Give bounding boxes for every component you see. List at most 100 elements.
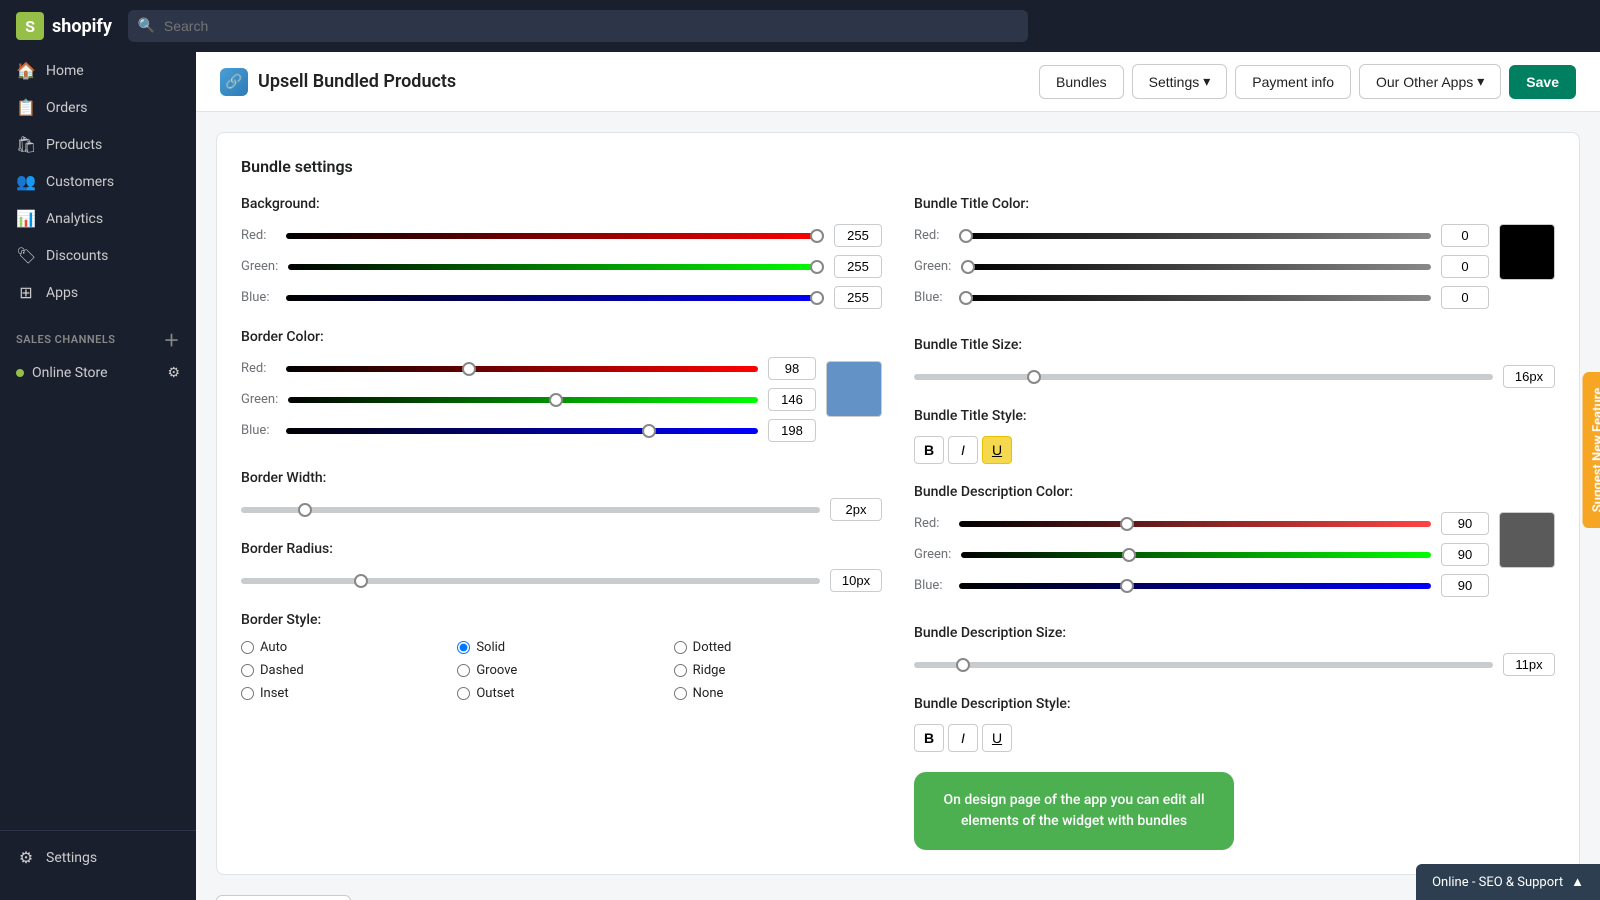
border-blue-value[interactable]	[768, 419, 816, 442]
sidebar-item-products[interactable]: 🛍Products	[0, 126, 196, 163]
desc-green-value[interactable]	[1441, 543, 1489, 566]
border-color-label: Border Color:	[241, 329, 882, 345]
sidebar-item-analytics[interactable]: 📊 Analytics	[0, 200, 196, 237]
desc-underline-button[interactable]: U	[982, 724, 1012, 752]
desc-blue-slider[interactable]	[959, 583, 1431, 589]
add-sales-channel-icon[interactable]: ＋	[163, 327, 180, 351]
title-size-value[interactable]	[1503, 365, 1555, 388]
title-blue-row: Blue:	[914, 286, 1489, 309]
search-bar[interactable]: 🔍	[128, 10, 1028, 42]
border-style-auto[interactable]: Auto	[241, 640, 449, 655]
sidebar-item-orders[interactable]: 📋Orders	[0, 89, 196, 126]
bg-blue-label: Blue:	[241, 290, 276, 305]
title-red-slider[interactable]	[959, 233, 1431, 239]
border-style-setting: Border Style: Auto Solid Dotted	[241, 612, 882, 701]
title-blue-value[interactable]	[1441, 286, 1489, 309]
bg-green-value[interactable]	[834, 255, 882, 278]
border-width-slider[interactable]	[241, 507, 820, 513]
title-green-value[interactable]	[1441, 255, 1489, 278]
border-style-ridge[interactable]: Ridge	[674, 663, 882, 678]
bg-red-slider[interactable]	[286, 233, 824, 239]
border-style-outset[interactable]: Outset	[457, 686, 665, 701]
desc-red-value[interactable]	[1441, 512, 1489, 535]
border-style-none[interactable]: None	[674, 686, 882, 701]
desc-style-label: Bundle Description Style:	[914, 696, 1555, 712]
desc-red-slider[interactable]	[959, 521, 1431, 527]
channel-settings-icon[interactable]: ⚙	[167, 365, 180, 381]
border-green-value[interactable]	[768, 388, 816, 411]
settings-dropdown-icon: ▾	[1203, 73, 1210, 90]
border-green-slider[interactable]	[288, 397, 758, 403]
other-apps-dropdown-icon: ▾	[1477, 73, 1484, 90]
bg-blue-row: Blue:	[241, 286, 882, 309]
app-logo: 🔗	[220, 68, 248, 96]
sidebar-analytics-label: Analytics	[46, 211, 103, 227]
analytics-icon: 📊	[16, 209, 36, 228]
bg-red-value[interactable]	[834, 224, 882, 247]
settings-button[interactable]: Settings ▾	[1132, 64, 1228, 99]
sidebar-discounts-label: Discounts	[46, 248, 108, 264]
border-blue-row: Blue:	[241, 419, 816, 442]
sidebar-item-online-store[interactable]: Online Store ⚙	[0, 357, 196, 389]
app-header: 🔗 Upsell Bundled Products Bundles Settin…	[196, 52, 1600, 112]
desc-blue-value[interactable]	[1441, 574, 1489, 597]
sidebar-item-apps[interactable]: ⊞ Apps	[0, 274, 196, 311]
border-width-value[interactable]	[830, 498, 882, 521]
border-radius-slider[interactable]	[241, 578, 820, 584]
border-radius-value[interactable]	[830, 569, 882, 592]
design-tooltip-text: On design page of the app you can edit a…	[943, 792, 1204, 829]
sidebar-item-discounts[interactable]: 🏷Discounts	[0, 237, 196, 274]
search-icon: 🔍	[138, 18, 155, 34]
title-green-label: Green:	[914, 259, 951, 274]
title-bold-button[interactable]: B	[914, 436, 944, 464]
our-other-apps-button[interactable]: Our Other Apps ▾	[1359, 64, 1501, 99]
border-red-value[interactable]	[768, 357, 816, 380]
desc-color-label: Bundle Description Color:	[914, 484, 1555, 500]
sidebar-item-home[interactable]: 🏠Home	[0, 52, 196, 89]
save-button[interactable]: Save	[1509, 65, 1576, 99]
design-tooltip-bubble: On design page of the app you can edit a…	[914, 772, 1234, 850]
desc-style-buttons: B I U	[914, 724, 1555, 752]
title-size-label: Bundle Title Size:	[914, 337, 1555, 353]
bg-blue-slider[interactable]	[286, 295, 824, 301]
border-red-slider[interactable]	[286, 366, 758, 372]
title-italic-button[interactable]: I	[948, 436, 978, 464]
desc-size-value[interactable]	[1503, 653, 1555, 676]
desc-bold-button[interactable]: B	[914, 724, 944, 752]
desc-green-row: Green:	[914, 543, 1489, 566]
border-blue-label: Blue:	[241, 423, 276, 438]
bundles-button[interactable]: Bundles	[1039, 65, 1124, 99]
title-blue-slider[interactable]	[959, 295, 1431, 301]
title-color-preview	[1499, 224, 1555, 280]
border-style-groove[interactable]: Groove	[457, 663, 665, 678]
border-style-dotted[interactable]: Dotted	[674, 640, 882, 655]
search-input[interactable]	[128, 10, 1028, 42]
title-red-row: Red:	[914, 224, 1489, 247]
border-style-solid[interactable]: Solid	[457, 640, 665, 655]
seo-expand-icon[interactable]: ▲	[1571, 874, 1584, 890]
bundle-preview-dropdown[interactable]: Bundle preview ▾	[216, 895, 351, 900]
border-style-inset[interactable]: Inset	[241, 686, 449, 701]
title-size-slider[interactable]	[914, 374, 1493, 380]
desc-green-slider[interactable]	[961, 552, 1431, 558]
sidebar-item-settings[interactable]: ⚙ Settings	[0, 839, 196, 876]
bg-green-slider[interactable]	[288, 264, 824, 270]
apps-icon: ⊞	[16, 283, 36, 302]
desc-italic-button[interactable]: I	[948, 724, 978, 752]
bg-blue-value[interactable]	[834, 286, 882, 309]
desc-size-slider[interactable]	[914, 662, 1493, 668]
desc-red-label: Red:	[914, 516, 949, 531]
sidebar-apps-label: Apps	[46, 285, 78, 301]
suggest-feature-button[interactable]: Suggest New Feature	[1582, 372, 1600, 528]
payment-info-button[interactable]: Payment info	[1235, 65, 1351, 99]
desc-color-preview	[1499, 512, 1555, 568]
title-red-value[interactable]	[1441, 224, 1489, 247]
bg-green-label: Green:	[241, 259, 278, 274]
sidebar-item-customers[interactable]: 👥Customers	[0, 163, 196, 200]
border-style-dashed[interactable]: Dashed	[241, 663, 449, 678]
title-style-setting: Bundle Title Style: B I U	[914, 408, 1555, 464]
border-blue-slider[interactable]	[286, 428, 758, 434]
background-setting: Background: Red: Green:	[241, 196, 882, 309]
title-underline-button[interactable]: U	[982, 436, 1012, 464]
title-green-slider[interactable]	[961, 264, 1431, 270]
